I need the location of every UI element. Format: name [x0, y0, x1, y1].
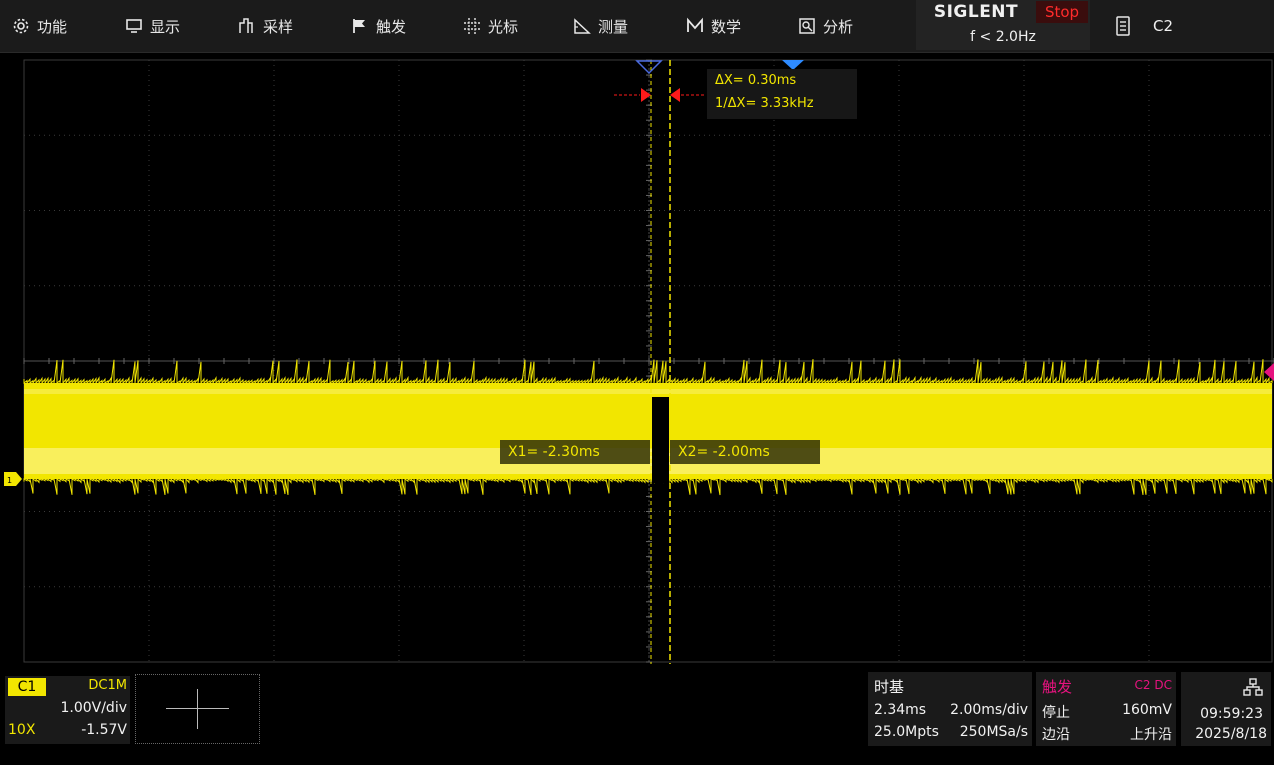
- menu-measure-label: 测量: [598, 17, 629, 36]
- brand-logo: SIGLENT: [933, 2, 1019, 22]
- menu-display[interactable]: 显示: [125, 0, 180, 52]
- menu-trigger[interactable]: 触发: [351, 0, 406, 52]
- channel1-coupling: DC1M: [88, 678, 127, 693]
- channel1-tag: C1: [8, 678, 46, 696]
- gear-icon: [12, 17, 30, 35]
- cursor-x2-value: X2= -2.00ms: [678, 444, 770, 460]
- math-icon: [686, 17, 704, 35]
- clock-time: 09:59:23: [1200, 706, 1263, 722]
- measure-icon: [573, 17, 591, 35]
- menu-acquire[interactable]: 采样: [238, 0, 293, 52]
- menu-analysis-label: 分析: [823, 17, 854, 36]
- channel1-waveform: [23, 359, 1273, 496]
- acquire-icon: [238, 17, 256, 35]
- timebase-title: 时基: [874, 678, 905, 696]
- cursor-x2-label: X2= -2.00ms: [670, 440, 820, 464]
- menu-math-label: 数学: [711, 17, 742, 36]
- cursor-icon: [463, 17, 481, 35]
- channel1-offset: -1.57V: [81, 722, 127, 738]
- active-channel[interactable]: C2: [1153, 0, 1173, 52]
- clock-panel[interactable]: 09:59:23 2025/8/18: [1181, 672, 1271, 746]
- trace-gap: [652, 397, 669, 483]
- menu-cursors-label: 光标: [488, 17, 519, 36]
- channel1-vertical-scale: 1.00V/div: [60, 700, 127, 716]
- network-icon: [1243, 678, 1263, 696]
- menu-function[interactable]: 功能: [12, 0, 67, 52]
- trigger-position-marker-icon[interactable]: [635, 60, 663, 75]
- menu-display-label: 显示: [150, 17, 181, 36]
- run-status-panel[interactable]: SIGLENT Stop f < 2.0Hz: [916, 0, 1090, 50]
- sample-rate: 250MSa/s: [959, 724, 1028, 740]
- trigger-frequency: f < 2.0Hz: [970, 29, 1036, 45]
- run-stop-indicator[interactable]: Stop: [1036, 1, 1088, 23]
- trigger-level: 160mV: [1122, 702, 1172, 718]
- trigger-type: 边沿: [1042, 727, 1070, 743]
- menu-analysis[interactable]: 分析: [798, 0, 853, 52]
- trigger-panel[interactable]: 触发 C2 DC 停止 160mV 边沿 上升沿: [1036, 672, 1176, 746]
- waveform-display[interactable]: 1 ΔX= 0.30ms 1/ΔX= 3.33kHz X1= -2.30ms X…: [0, 52, 1274, 668]
- timebase-delay: 2.34ms: [874, 702, 927, 718]
- timebase-scale: 2.00ms/div: [950, 702, 1028, 718]
- document-icon[interactable]: [1115, 16, 1131, 36]
- channel1-panel[interactable]: C1 DC1M 1.00V/div 10X -1.57V: [5, 676, 130, 744]
- flag-icon: [351, 17, 369, 35]
- cursor-x1-value: X1= -2.30ms: [508, 444, 600, 460]
- timebase-panel[interactable]: 时基 2.34ms 2.00ms/div 25.0Mpts 250MSa/s: [868, 672, 1032, 746]
- menu-measure[interactable]: 测量: [573, 0, 628, 52]
- svg-text:1: 1: [7, 476, 12, 485]
- trigger-title: 触发: [1042, 678, 1073, 696]
- menu-acquire-label: 采样: [263, 17, 294, 36]
- menu-function-label: 功能: [37, 17, 68, 36]
- menu-cursors[interactable]: 光标: [463, 0, 518, 52]
- memory-depth: 25.0Mpts: [874, 724, 939, 740]
- monitor-icon: [125, 17, 143, 35]
- top-menu-bar: 功能 显示 采样 触发 光标 测量 数学 分析 SIGLENT Stop f <…: [0, 0, 1274, 53]
- clock-date: 2025/8/18: [1195, 726, 1267, 742]
- trigger-mode: 停止: [1042, 705, 1070, 721]
- add-channel-button[interactable]: [135, 674, 260, 744]
- channel1-probe-ratio: 10X: [8, 722, 36, 738]
- analysis-icon: [798, 17, 816, 35]
- scope-grid-canvas: 1: [4, 59, 1274, 664]
- delta-arrow-right-icon: [670, 88, 680, 102]
- menu-math[interactable]: 数学: [686, 0, 741, 52]
- inverse-delta-x-value: 1/ΔX= 3.33kHz: [715, 96, 814, 111]
- bottom-status-bar: C1 DC1M 1.00V/div 10X -1.57V 时基 2.34ms 2…: [0, 668, 1274, 765]
- delta-x-value: ΔX= 0.30ms: [715, 73, 797, 88]
- trigger-source: C2 DC: [1134, 678, 1172, 692]
- cursor-delta-readout: ΔX= 0.30ms 1/ΔX= 3.33kHz: [707, 69, 857, 119]
- trigger-slope: 上升沿: [1130, 727, 1172, 743]
- menu-trigger-label: 触发: [376, 17, 407, 36]
- cursor-x1-label: X1= -2.30ms: [500, 440, 650, 464]
